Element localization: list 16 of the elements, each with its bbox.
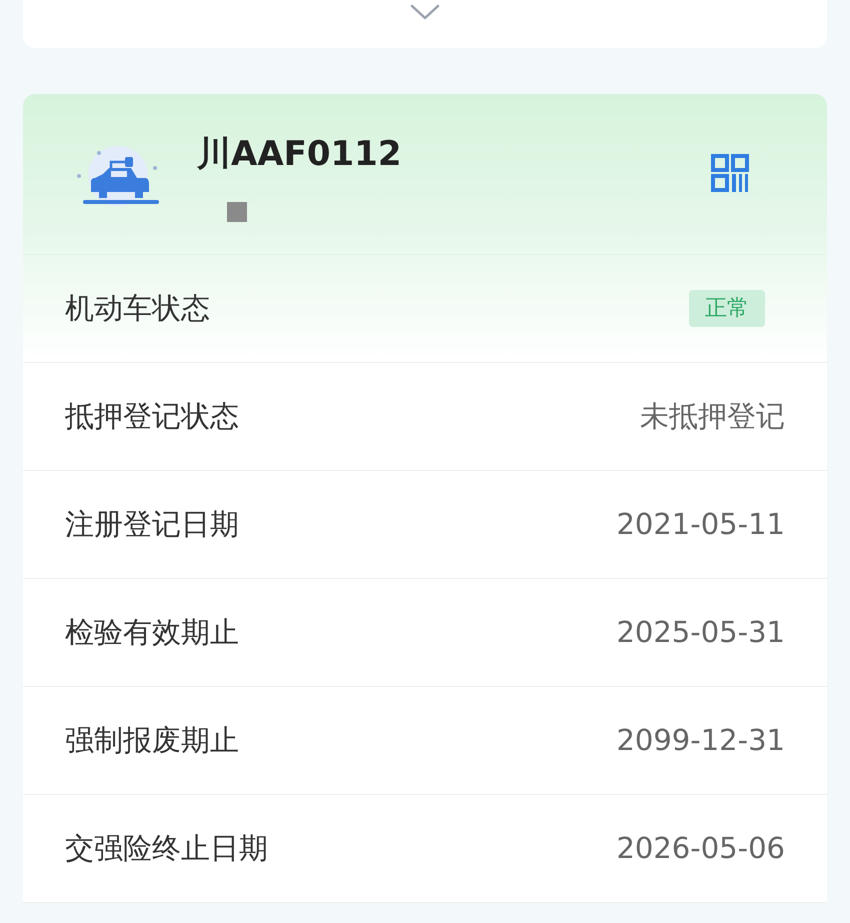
- field-label: 强制报废期止: [65, 722, 239, 759]
- field-label: 抵押登记状态: [65, 398, 239, 435]
- field-value: 2025-05-31: [616, 614, 785, 651]
- field-label: 注册登记日期: [65, 506, 239, 543]
- field-value: 未抵押登记: [640, 398, 785, 435]
- qr-code-icon[interactable]: [711, 154, 749, 192]
- status-badge: 正常: [689, 290, 765, 327]
- field-value: 2026-05-06: [616, 830, 785, 867]
- field-label: 交强险终止日期: [65, 830, 268, 867]
- field-value: 2099-12-31: [616, 722, 785, 759]
- field-label: 检验有效期止: [65, 614, 239, 651]
- field-label: 机动车状态: [65, 290, 210, 327]
- field-value: 2021-05-11: [616, 506, 785, 543]
- chevron-down-icon[interactable]: [410, 4, 440, 20]
- plate-number: 川AAF0112: [197, 134, 402, 174]
- redaction-mark: [227, 202, 247, 222]
